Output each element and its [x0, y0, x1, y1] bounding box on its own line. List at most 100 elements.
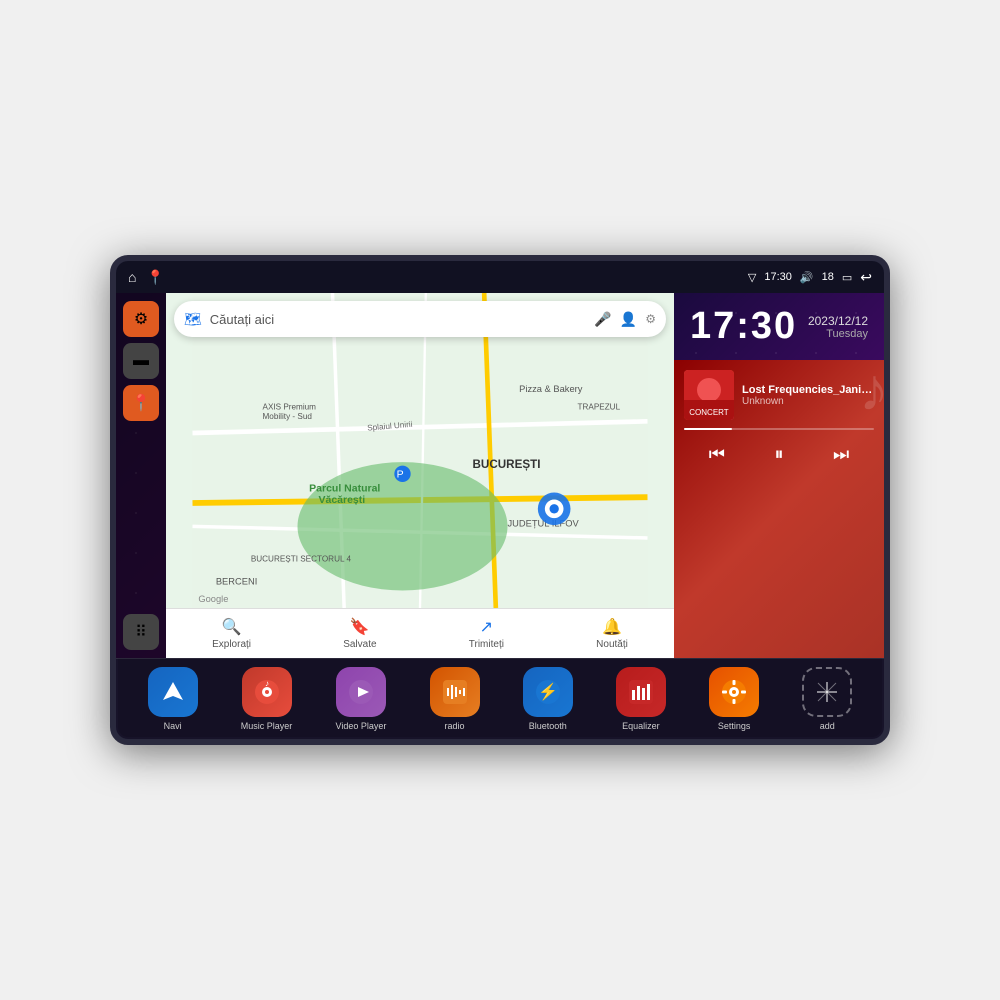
app-equalizer[interactable]: Equalizer: [616, 667, 666, 731]
svg-text:⚡: ⚡: [538, 682, 558, 701]
share-icon: ↗: [480, 617, 493, 637]
next-button[interactable]: ⏭: [825, 440, 857, 469]
svg-text:Văcărești: Văcărești: [319, 494, 366, 506]
map-search-bar[interactable]: 🗺 Căutați aici 🎤 👤 ⚙: [174, 301, 666, 337]
status-left: ⌂ 📍: [128, 269, 164, 286]
settings-app-icon: [709, 667, 759, 717]
svg-text:Pizza & Bakery: Pizza & Bakery: [519, 384, 583, 394]
apps-grid-icon: ⠿: [135, 622, 147, 642]
clock-weekday: Tuesday: [808, 328, 868, 340]
svg-text:AXIS Premium: AXIS Premium: [263, 403, 317, 412]
account-icon[interactable]: 👤: [620, 311, 637, 328]
settings-map-icon[interactable]: ⚙: [645, 312, 656, 326]
maps-icon[interactable]: 📍: [146, 269, 163, 286]
album-art: CONCERT: [684, 370, 734, 420]
app-video[interactable]: Video Player: [335, 667, 386, 731]
music-text: Lost Frequencies_Janie... Unknown: [742, 384, 874, 407]
device-frame: ⌂ 📍 ▽ 17:30 🔊 18 ▭ ↩ ⚙ ▬ 📍 ⠿: [110, 255, 890, 745]
svg-text:Mobility - Sud: Mobility - Sud: [263, 412, 313, 421]
nav-icon: 📍: [131, 393, 151, 413]
right-panel: 17:30 2023/12/12 Tuesday ♪ CONCERT: [674, 293, 884, 658]
volume-icon: 🔊: [800, 271, 814, 284]
battery-level: 18: [822, 271, 834, 283]
navi-icon: [148, 667, 198, 717]
clock-status: 17:30: [764, 271, 792, 283]
svg-text:Google: Google: [198, 594, 228, 604]
map-share-btn[interactable]: ↗ Trimiteți: [469, 617, 504, 650]
wifi-icon: ▽: [748, 271, 756, 284]
sidebar-nav-btn[interactable]: 📍: [123, 385, 159, 421]
svg-text:CONCERT: CONCERT: [689, 408, 729, 417]
svg-text:♪: ♪: [265, 679, 269, 688]
music-controls: ⏮ ⏸ ⏭: [684, 440, 874, 469]
main-content: ⚙ ▬ 📍 ⠿: [116, 293, 884, 658]
clock-time: 17:30: [690, 305, 797, 348]
share-label: Trimiteți: [469, 639, 504, 650]
svg-text:BERCENI: BERCENI: [216, 577, 257, 587]
svg-text:BUCUREȘTI: BUCUREȘTI: [473, 458, 541, 471]
sidebar-apps-btn[interactable]: ⠿: [123, 614, 159, 650]
explore-label: Explorați: [212, 639, 251, 650]
equalizer-icon: [616, 667, 666, 717]
app-radio[interactable]: radio: [430, 667, 480, 731]
clock-date: 2023/12/12 Tuesday: [808, 314, 868, 340]
music-progress-fill: [684, 428, 732, 430]
map-updates-btn[interactable]: 🔔 Noutăți: [596, 617, 628, 650]
add-icon: [802, 667, 852, 717]
search-text: Căutați aici: [210, 312, 587, 327]
svg-text:Parcul Natural: Parcul Natural: [309, 482, 380, 494]
app-add[interactable]: add: [802, 667, 852, 731]
sidebar: ⚙ ▬ 📍 ⠿: [116, 293, 166, 658]
map-widget[interactable]: AXIS Premium Mobility - Sud Pizza & Bake…: [166, 293, 674, 608]
music-decoration: ♪: [859, 355, 884, 424]
apps-bar: Navi ♪ Music Player Video Player: [116, 658, 884, 739]
filemanager-icon: ▬: [133, 352, 149, 370]
status-bar: ⌂ 📍 ▽ 17:30 🔊 18 ▭ ↩: [116, 261, 884, 293]
clock-date-value: 2023/12/12: [808, 314, 868, 328]
status-right: ▽ 17:30 🔊 18 ▭ ↩: [748, 269, 872, 286]
music-widget: ♪ CONCERT Lost Frequencies_Janie... Unkn…: [674, 360, 884, 658]
navi-label: Navi: [164, 721, 182, 731]
sidebar-filemanager-btn[interactable]: ▬: [123, 343, 159, 379]
mic-icon[interactable]: 🎤: [594, 311, 611, 328]
svg-text:TRAPEZUL: TRAPEZUL: [578, 403, 621, 412]
radio-icon: [430, 667, 480, 717]
center-area: AXIS Premium Mobility - Sud Pizza & Bake…: [166, 293, 674, 658]
explore-icon: 🔍: [222, 617, 242, 637]
music-artist: Unknown: [742, 396, 874, 407]
video-player-icon: [336, 667, 386, 717]
radio-label: radio: [445, 721, 465, 731]
prev-button[interactable]: ⏮: [701, 440, 733, 469]
updates-icon: 🔔: [602, 617, 622, 637]
map-explore-btn[interactable]: 🔍 Explorați: [212, 617, 251, 650]
map-bottom-bar: 🔍 Explorați 🔖 Salvate ↗ Trimiteți 🔔 Nout…: [166, 608, 674, 658]
saved-icon: 🔖: [350, 617, 370, 637]
bluetooth-label: Bluetooth: [529, 721, 567, 731]
saved-label: Salvate: [343, 639, 376, 650]
clock-widget: 17:30 2023/12/12 Tuesday: [674, 293, 884, 360]
google-maps-icon: 🗺: [184, 311, 202, 328]
video-player-label: Video Player: [335, 721, 386, 731]
music-player-label: Music Player: [241, 721, 293, 731]
back-button[interactable]: ↩: [860, 269, 872, 286]
settings-app-label: Settings: [718, 721, 751, 731]
app-settings[interactable]: Settings: [709, 667, 759, 731]
bluetooth-icon: ⚡: [523, 667, 573, 717]
settings-icon: ⚙: [134, 309, 148, 329]
map-saved-btn[interactable]: 🔖 Salvate: [343, 617, 376, 650]
music-info: CONCERT Lost Frequencies_Janie... Unknow…: [684, 370, 874, 420]
svg-text:BUCUREȘTI SECTORUL 4: BUCUREȘTI SECTORUL 4: [251, 554, 352, 563]
svg-text:P: P: [397, 468, 404, 480]
music-progress-bar[interactable]: [684, 428, 874, 430]
music-player-icon: ♪: [242, 667, 292, 717]
pause-button[interactable]: ⏸: [767, 440, 792, 469]
battery-icon: ▭: [842, 271, 852, 284]
music-title: Lost Frequencies_Janie...: [742, 384, 874, 396]
app-navi[interactable]: Navi: [148, 667, 198, 731]
add-label: add: [820, 721, 835, 731]
app-music[interactable]: ♪ Music Player: [241, 667, 293, 731]
app-bluetooth[interactable]: ⚡ Bluetooth: [523, 667, 573, 731]
sidebar-settings-btn[interactable]: ⚙: [123, 301, 159, 337]
updates-label: Noutăți: [596, 639, 628, 650]
home-icon[interactable]: ⌂: [128, 269, 136, 285]
